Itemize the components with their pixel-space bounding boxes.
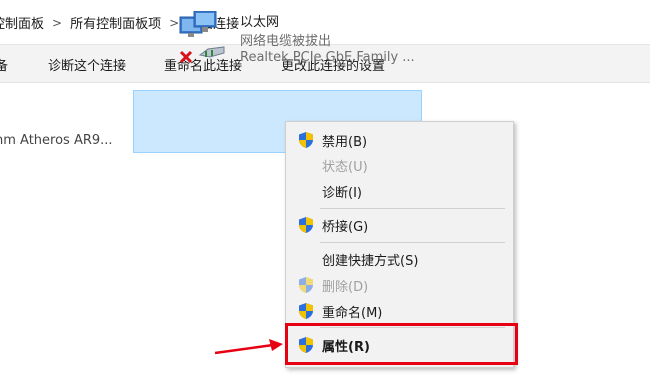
menu-item-diagnose[interactable]: 诊断(I) xyxy=(286,179,513,203)
highlight-box xyxy=(285,323,518,365)
menu-item-label: 桥接(G) xyxy=(322,220,369,235)
menu-separator xyxy=(320,242,505,243)
menu-item-disable[interactable]: 禁用(B) xyxy=(286,128,513,152)
menu-item-label: 重命名(M) xyxy=(322,306,383,321)
menu-item-delete[interactable]: 删除(D) xyxy=(286,273,513,297)
network-disconnected-icon xyxy=(179,11,225,64)
menu-item-label: 状态(U) xyxy=(322,160,368,175)
menu-item-create-shortcut[interactable]: 创建快捷方式(S) xyxy=(286,247,513,271)
uac-shield-icon xyxy=(299,217,313,233)
uac-shield-icon xyxy=(299,132,313,148)
menu-item-label: 诊断(I) xyxy=(322,186,362,201)
menu-item-bridge[interactable]: 桥接(G) xyxy=(286,213,513,237)
breadcrumb-separator-icon: > xyxy=(52,15,63,30)
disable-device-button[interactable]: 备 xyxy=(0,55,8,74)
uac-shield-icon xyxy=(299,277,313,293)
ethernet-status: 网络电缆被拔出 xyxy=(240,34,332,49)
uac-shield-icon xyxy=(299,303,313,319)
ethernet-name: 以太网 xyxy=(240,15,280,30)
breadcrumb-control-panel[interactable]: 控制面板 xyxy=(0,13,44,32)
menu-item-label: 删除(D) xyxy=(322,280,369,295)
ethernet-adapter: Realtek PCIe GbE Family ... xyxy=(240,50,415,65)
menu-item-rename[interactable]: 重命名(M) xyxy=(286,299,513,323)
breadcrumb-all-control-panel-items[interactable]: 所有控制面板项 xyxy=(70,13,161,32)
annotation-arrow-icon xyxy=(214,339,283,355)
menu-item-status[interactable]: 状态(U) xyxy=(286,153,513,177)
diagnose-connection-button[interactable]: 诊断这个连接 xyxy=(48,55,126,74)
menu-item-label: 创建快捷方式(S) xyxy=(322,254,419,269)
menu-separator xyxy=(320,208,505,209)
wifi-adapter-label[interactable]: nm Atheros AR9... xyxy=(0,133,113,148)
menu-item-label: 禁用(B) xyxy=(322,135,368,150)
